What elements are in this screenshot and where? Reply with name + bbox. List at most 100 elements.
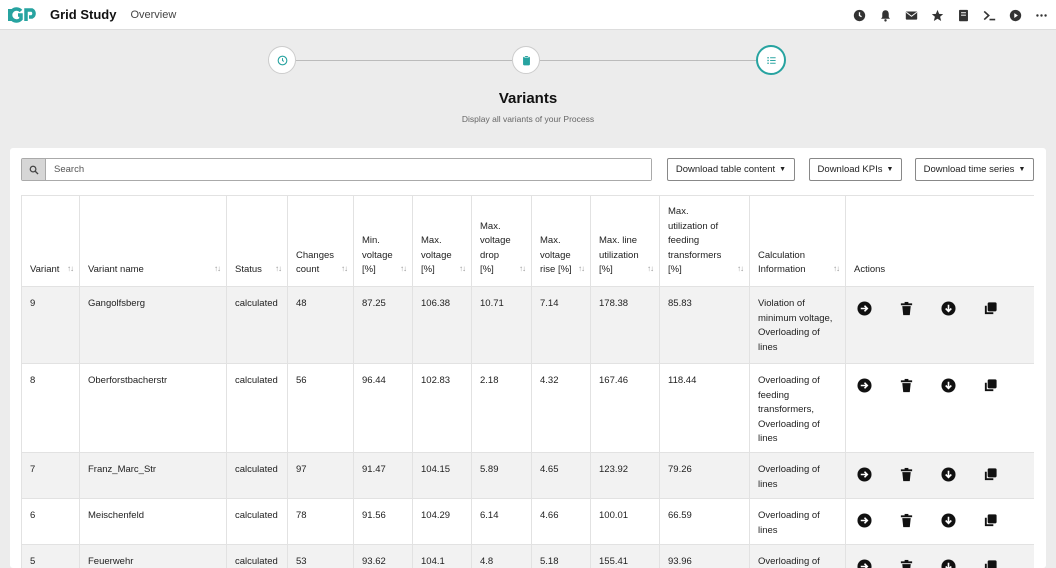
download-circle-icon bbox=[940, 300, 956, 316]
table-row: 9 Gangolfsberg calculated 48 87.25 106.38 10.7… bbox=[21, 286, 1034, 364]
sort-icon[interactable]: ↑↓ bbox=[214, 262, 221, 277]
delete-variant-button[interactable] bbox=[898, 377, 914, 393]
cell-min-voltage: 93.62 bbox=[353, 544, 413, 568]
col-header-min-voltage[interactable]: Min. voltage [%] ↑↓ bbox=[353, 195, 413, 287]
sort-icon[interactable]: ↑↓ bbox=[275, 262, 282, 277]
download-variant-button[interactable] bbox=[940, 300, 956, 316]
download-kpis-button[interactable]: Download KPIs ▼ bbox=[809, 158, 902, 181]
cell-max-trafo-utilization: 85.83 bbox=[659, 286, 750, 364]
cell-max-trafo-utilization: 66.59 bbox=[659, 498, 750, 545]
col-header-max-voltage-drop[interactable]: Max. voltage drop [%] ↑↓ bbox=[471, 195, 532, 287]
mail-icon[interactable] bbox=[905, 9, 918, 22]
app-title[interactable]: Grid Study bbox=[50, 7, 116, 22]
cell-max-voltage-drop: 2.18 bbox=[471, 363, 532, 453]
cell-max-trafo-utilization: 118.44 bbox=[659, 363, 750, 453]
cell-changes-count: 78 bbox=[287, 498, 354, 545]
cell-max-voltage-rise: 4.65 bbox=[531, 452, 591, 499]
col-header-max-trafo-utilization[interactable]: Max. utilization of feeding transformers… bbox=[659, 195, 750, 287]
variants-card: Download table content▼ Download KPIs▼ D… bbox=[10, 148, 1046, 568]
open-variant-button[interactable] bbox=[856, 377, 872, 393]
cell-status: calculated bbox=[226, 452, 288, 499]
duplicate-variant-button[interactable] bbox=[982, 377, 998, 393]
delete-variant-button[interactable] bbox=[898, 466, 914, 482]
delete-variant-button[interactable] bbox=[898, 512, 914, 528]
app-logo[interactable] bbox=[8, 6, 38, 23]
duplicate-variant-button[interactable] bbox=[982, 466, 998, 482]
sort-icon[interactable]: ↑↓ bbox=[578, 262, 585, 277]
download-table-button[interactable]: Download table content ▼ bbox=[667, 158, 795, 181]
download-variant-button[interactable] bbox=[940, 558, 956, 568]
table-row: 6 Meischenfeld calculated 78 91.56 104.29 6.14… bbox=[21, 498, 1034, 545]
search-bar bbox=[21, 158, 652, 181]
col-header-calculation-info[interactable]: Calculation Information ↑↓ bbox=[749, 195, 846, 287]
clipboard-icon bbox=[522, 54, 530, 65]
step-3[interactable] bbox=[756, 45, 786, 75]
col-header-max-voltage[interactable]: Max. voltage [%] ↑↓ bbox=[412, 195, 472, 287]
book-icon[interactable] bbox=[957, 9, 970, 22]
col-header-max-line-utilization[interactable]: Max. line utilization [%] ↑↓ bbox=[590, 195, 660, 287]
cell-changes-count: 97 bbox=[287, 452, 354, 499]
clock-icon[interactable] bbox=[853, 9, 866, 22]
caret-down-icon: ▼ bbox=[779, 166, 787, 173]
trash-icon bbox=[899, 378, 914, 393]
cell-max-voltage: 104.15 bbox=[412, 452, 472, 499]
duplicate-variant-button[interactable] bbox=[982, 512, 998, 528]
cell-calculation-info: Violation of minimum voltage, Overloadin… bbox=[749, 286, 846, 364]
sort-icon[interactable]: ↑↓ bbox=[519, 262, 526, 277]
sort-icon[interactable]: ↑↓ bbox=[400, 262, 407, 277]
col-header-variant[interactable]: Variant ↑↓ bbox=[21, 195, 80, 287]
table-row: 8 Oberforstbacherstr calculated 56 96.44 102.… bbox=[21, 363, 1034, 453]
more-icon[interactable] bbox=[1035, 9, 1048, 22]
cell-max-line-utilization: 167.46 bbox=[590, 363, 660, 453]
cell-max-line-utilization: 155.41 bbox=[590, 544, 660, 568]
search-button[interactable] bbox=[22, 159, 46, 180]
duplicate-variant-button[interactable] bbox=[982, 558, 998, 568]
step-2[interactable] bbox=[512, 46, 540, 74]
sort-icon[interactable]: ↑↓ bbox=[67, 262, 74, 277]
cell-calculation-info: Overloading of lines bbox=[749, 498, 846, 545]
duplicate-variant-button[interactable] bbox=[982, 300, 998, 316]
open-variant-button[interactable] bbox=[856, 300, 872, 316]
search-input[interactable] bbox=[46, 159, 651, 180]
cell-status: calculated bbox=[226, 286, 288, 364]
download-variant-button[interactable] bbox=[940, 466, 956, 482]
trash-icon bbox=[899, 559, 914, 568]
process-stepper: Variants Display all variants of your Pr… bbox=[0, 30, 1056, 148]
download-timeseries-button[interactable]: Download time series ▼ bbox=[915, 158, 1034, 181]
arrow-right-circle-icon bbox=[856, 558, 872, 568]
col-header-status[interactable]: Status ↑↓ bbox=[226, 195, 288, 287]
cell-status: calculated bbox=[226, 498, 288, 545]
cell-max-voltage-rise: 7.14 bbox=[531, 286, 591, 364]
bell-icon[interactable] bbox=[879, 9, 892, 22]
col-header-max-voltage-rise[interactable]: Max. voltage rise [%] ↑↓ bbox=[531, 195, 591, 287]
delete-variant-button[interactable] bbox=[898, 558, 914, 568]
download-variant-button[interactable] bbox=[940, 512, 956, 528]
delete-variant-button[interactable] bbox=[898, 300, 914, 316]
step-1[interactable] bbox=[268, 46, 296, 74]
sort-icon[interactable]: ↑↓ bbox=[833, 262, 840, 277]
open-variant-button[interactable] bbox=[856, 558, 872, 568]
caret-down-icon: ▼ bbox=[1018, 166, 1026, 173]
open-variant-button[interactable] bbox=[856, 512, 872, 528]
sort-icon[interactable]: ↑↓ bbox=[341, 262, 348, 277]
cell-variant: 6 bbox=[21, 498, 80, 545]
nav-overview[interactable]: Overview bbox=[130, 9, 176, 21]
arrow-right-circle-icon bbox=[856, 466, 872, 482]
sort-icon[interactable]: ↑↓ bbox=[459, 262, 466, 277]
sort-icon[interactable]: ↑↓ bbox=[647, 262, 654, 277]
col-header-changes-count[interactable]: Changes count ↑↓ bbox=[287, 195, 354, 287]
cell-max-line-utilization: 123.92 bbox=[590, 452, 660, 499]
open-variant-button[interactable] bbox=[856, 466, 872, 482]
play-circle-icon[interactable] bbox=[1009, 9, 1022, 22]
page-title: Variants bbox=[498, 90, 558, 107]
copy-icon bbox=[983, 559, 998, 568]
col-header-variant-name[interactable]: Variant name ↑↓ bbox=[79, 195, 227, 287]
variants-table: Variant ↑↓ Variant name ↑↓ Status ↑↓ Change… bbox=[21, 195, 1034, 568]
star-icon[interactable] bbox=[931, 9, 944, 22]
sort-icon[interactable]: ↑↓ bbox=[737, 262, 744, 277]
cell-calculation-info: Overloading of lines bbox=[749, 452, 846, 499]
arrow-right-circle-icon bbox=[856, 377, 872, 393]
terminal-icon[interactable] bbox=[983, 9, 996, 22]
cell-variant-name: Oberforstbacherstr bbox=[79, 363, 227, 453]
download-variant-button[interactable] bbox=[940, 377, 956, 393]
